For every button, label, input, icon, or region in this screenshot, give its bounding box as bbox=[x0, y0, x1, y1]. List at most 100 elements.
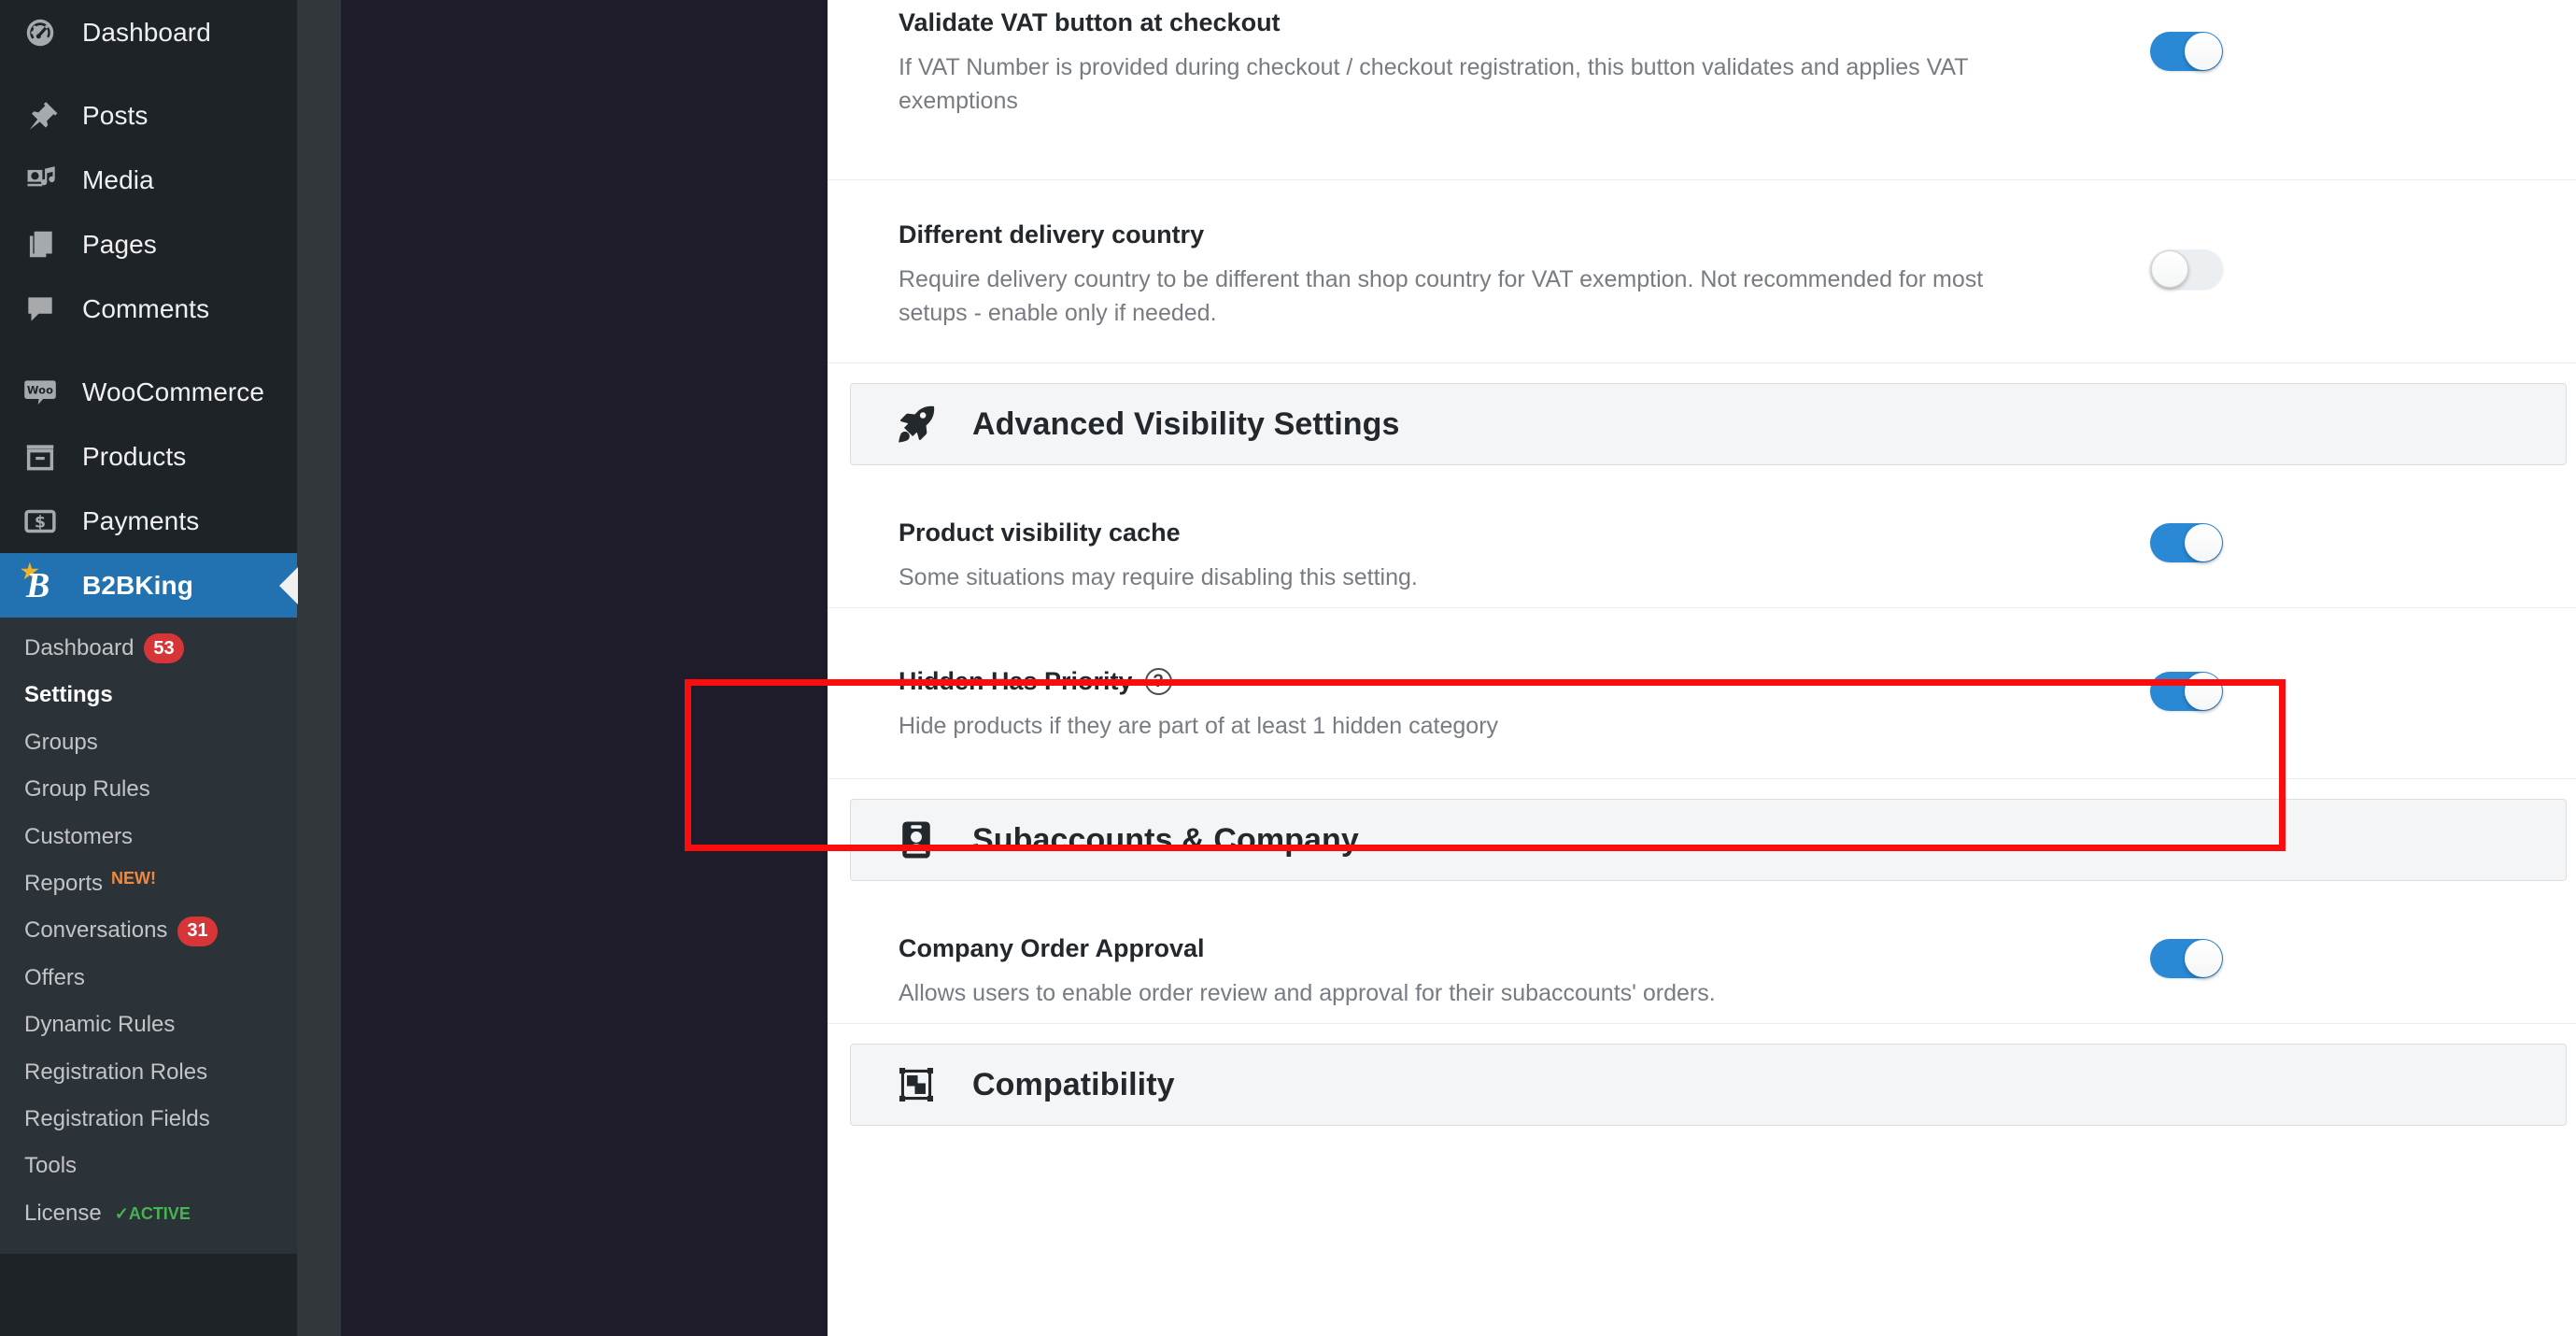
toggle-knob bbox=[2151, 250, 2188, 288]
sidebar-item-label: WooCommerce bbox=[82, 377, 265, 406]
sidebar-item-b2bking-conversations[interactable]: Conversations 31 bbox=[0, 907, 297, 954]
sidebar-item-pages[interactable]: Pages bbox=[0, 212, 297, 277]
dashboard-count-badge: 53 bbox=[144, 633, 184, 664]
help-icon[interactable]: ? bbox=[1144, 668, 1172, 696]
sidebar-item-b2bking-dynamic-rules[interactable]: Dynamic Rules bbox=[0, 1002, 297, 1048]
sidebar-item-label: Posts bbox=[82, 100, 149, 130]
sidebar-item-b2bking-offers[interactable]: Offers bbox=[0, 955, 297, 1002]
sidebar-item-payments[interactable]: $ Payments bbox=[0, 489, 297, 553]
toggle-knob bbox=[2185, 33, 2222, 70]
new-tag: NEW! bbox=[111, 868, 157, 888]
sidebar-item-b2bking-customers[interactable]: Customers bbox=[0, 814, 297, 860]
setting-description: Some situations may require disabling th… bbox=[899, 563, 1418, 590]
sidebar-item-b2bking-settings[interactable]: Settings bbox=[0, 672, 297, 718]
b2bking-submenu: Dashboard 53 Settings Groups Group Rules… bbox=[0, 618, 297, 1255]
submenu-item-label: Conversations bbox=[24, 917, 168, 944]
validate-vat-toggle[interactable] bbox=[2150, 32, 2223, 71]
toggle-knob bbox=[2185, 673, 2222, 710]
setting-description: Allows users to enable order review and … bbox=[899, 979, 1716, 1006]
submenu-item-label: License bbox=[24, 1200, 102, 1226]
toggle-wrapper bbox=[2150, 933, 2223, 978]
setting-text-block: Different delivery country Require deliv… bbox=[899, 220, 2010, 330]
submenu-item-label: Registration Roles bbox=[24, 1059, 208, 1085]
sidebar-item-label: B2BKing bbox=[82, 570, 193, 600]
submenu-item-label: Dynamic Rules bbox=[24, 1012, 176, 1038]
wp-admin-sidebar: Dashboard Posts Media Pages Comments Woo… bbox=[0, 0, 298, 1336]
submenu-item-label: Groups bbox=[24, 729, 98, 755]
sidebar-item-label: Media bbox=[82, 164, 154, 194]
woocommerce-icon: Woo bbox=[21, 373, 60, 412]
submenu-item-label: Reports bbox=[24, 870, 104, 896]
setting-title: Validate VAT button at checkout bbox=[899, 8, 1281, 36]
setting-text-block: Hidden Has Priority ? Hide products if t… bbox=[899, 666, 2001, 743]
setting-description: Require delivery country to be different… bbox=[899, 265, 1984, 326]
submenu-item-label: Settings bbox=[24, 682, 113, 708]
rocket-icon bbox=[894, 402, 939, 447]
submenu-item-label: Group Rules bbox=[24, 776, 150, 803]
section-header-title: Compatibility bbox=[972, 1066, 1175, 1102]
submenu-item-label: Tools bbox=[24, 1153, 78, 1179]
active-menu-arrow-icon bbox=[279, 566, 298, 604]
dashboard-icon bbox=[21, 13, 60, 52]
products-icon bbox=[21, 437, 60, 476]
sidebar-item-b2bking[interactable]: ★ B B2BKing bbox=[0, 553, 298, 618]
sidebar-item-b2bking-reports[interactable]: Reports NEW! bbox=[0, 860, 297, 907]
row-divider bbox=[828, 1023, 2576, 1024]
setting-text-block: Product visibility cache Some situations… bbox=[899, 518, 2001, 594]
sidebar-item-b2bking-registration-fields[interactable]: Registration Fields bbox=[0, 1096, 297, 1143]
sidebar-edge-strip bbox=[297, 0, 341, 1336]
company-order-approval-toggle[interactable] bbox=[2150, 939, 2223, 978]
sidebar-item-label: Dashboard bbox=[82, 17, 211, 47]
section-header-title: Subaccounts & Company bbox=[972, 821, 1359, 858]
setting-different-delivery-country: Different delivery country Require deliv… bbox=[828, 180, 2576, 362]
sidebar-item-comments[interactable]: Comments bbox=[0, 277, 297, 341]
menu-separator bbox=[0, 64, 297, 83]
setting-title: Hidden Has Priority ? bbox=[899, 666, 2001, 698]
setting-validate-vat-button: Validate VAT button at checkout If VAT N… bbox=[828, 0, 2576, 179]
row-divider bbox=[828, 362, 2576, 363]
setting-text-block: Company Order Approval Allows users to e… bbox=[899, 933, 2001, 1010]
setting-description: Hide products if they are part of at lea… bbox=[899, 712, 1499, 739]
sidebar-item-label: Products bbox=[82, 441, 187, 471]
sidebar-item-products[interactable]: Products bbox=[0, 424, 297, 489]
setting-title: Different delivery country bbox=[899, 220, 1205, 249]
sidebar-item-b2bking-tools[interactable]: Tools bbox=[0, 1143, 297, 1189]
toggle-wrapper bbox=[2150, 666, 2223, 711]
license-active-tag: ✓ACTIVE bbox=[114, 1203, 191, 1223]
setting-company-order-approval: Company Order Approval Allows users to e… bbox=[828, 881, 2576, 1023]
pin-icon bbox=[21, 96, 60, 135]
different-delivery-country-toggle[interactable] bbox=[2150, 249, 2223, 289]
admin-screen: Dashboard Posts Media Pages Comments Woo… bbox=[0, 0, 2576, 1336]
section-header-compatibility: Compatibility bbox=[850, 1044, 2567, 1126]
pages-icon bbox=[21, 225, 60, 264]
sidebar-item-media[interactable]: Media bbox=[0, 148, 297, 212]
sidebar-item-b2bking-license[interactable]: License ✓ACTIVE bbox=[0, 1190, 297, 1237]
svg-text:$: $ bbox=[35, 513, 46, 532]
sidebar-item-b2bking-group-rules[interactable]: Group Rules bbox=[0, 766, 297, 813]
sidebar-item-b2bking-groups[interactable]: Groups bbox=[0, 719, 297, 766]
setting-title: Product visibility cache bbox=[899, 519, 1181, 547]
toggle-wrapper bbox=[2150, 220, 2223, 289]
sidebar-item-woocommerce[interactable]: Woo WooCommerce bbox=[0, 360, 297, 424]
payments-icon: $ bbox=[21, 502, 60, 541]
toggle-wrapper bbox=[2150, 7, 2223, 71]
submenu-item-label: Offers bbox=[24, 964, 85, 990]
toggle-knob bbox=[2185, 940, 2222, 977]
section-header-advanced-visibility: Advanced Visibility Settings bbox=[850, 383, 2567, 465]
submenu-item-label: Dashboard bbox=[24, 635, 134, 661]
submenu-item-label: Customers bbox=[24, 823, 134, 849]
conversations-count-badge: 31 bbox=[177, 916, 218, 946]
hidden-has-priority-toggle[interactable] bbox=[2150, 672, 2223, 711]
setting-description: If VAT Number is provided during checkou… bbox=[899, 53, 1969, 114]
sidebar-item-b2bking-dashboard[interactable]: Dashboard 53 bbox=[0, 625, 297, 672]
sidebar-item-posts[interactable]: Posts bbox=[0, 83, 297, 148]
product-visibility-cache-toggle[interactable] bbox=[2150, 523, 2223, 562]
settings-content: Validate VAT button at checkout If VAT N… bbox=[828, 0, 2576, 1336]
setting-text-block: Validate VAT button at checkout If VAT N… bbox=[899, 7, 2001, 118]
comments-icon bbox=[21, 290, 60, 329]
sidebar-item-b2bking-registration-roles[interactable]: Registration Roles bbox=[0, 1049, 297, 1096]
setting-title: Company Order Approval bbox=[899, 934, 1205, 962]
sidebar-item-dashboard[interactable]: Dashboard bbox=[0, 0, 297, 64]
page-backdrop bbox=[341, 0, 828, 1336]
sidebar-item-label: Payments bbox=[82, 505, 200, 535]
